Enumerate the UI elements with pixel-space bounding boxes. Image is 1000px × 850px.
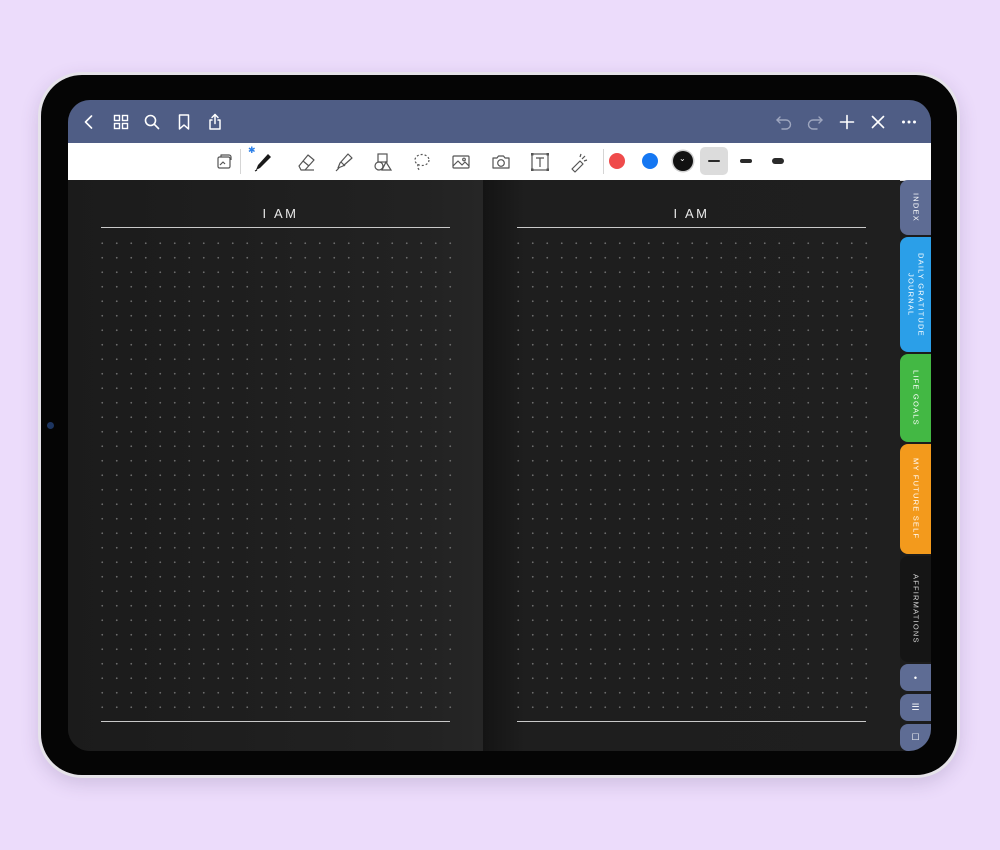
left-page[interactable]: I AM — [68, 180, 483, 751]
color-swatch-black-selected[interactable]: ⌄ — [673, 151, 693, 171]
color-swatch-red[interactable] — [609, 153, 625, 169]
stroke-size-thick[interactable] — [764, 147, 792, 175]
eraser-icon[interactable] — [293, 149, 319, 175]
bookmark-icon[interactable] — [174, 112, 194, 132]
chevron-down-icon: ⌄ — [679, 154, 686, 163]
tab-affirmations[interactable]: AFFIRMATIONS — [900, 556, 931, 662]
back-chevron-icon[interactable] — [79, 112, 99, 132]
toolbar-separator — [240, 149, 241, 174]
highlighter-icon[interactable] — [331, 149, 357, 175]
pen-icon[interactable]: ✱ — [248, 145, 276, 175]
tab-daily-gratitude-journal[interactable]: DAILY GRATITUDE JOURNAL — [900, 237, 931, 352]
shapes-icon[interactable] — [370, 149, 396, 175]
tab-index[interactable]: INDEX — [900, 180, 931, 235]
tab-label: LIFE GOALS — [911, 370, 921, 426]
page-title: I AM — [262, 206, 299, 221]
list-icon[interactable]: ☰ — [900, 694, 931, 721]
top-navigation-bar — [68, 100, 931, 143]
bottom-rule — [101, 721, 450, 722]
toolbar-separator — [603, 149, 604, 174]
tab-life-goals[interactable]: LIFE GOALS — [900, 354, 931, 442]
share-icon[interactable] — [205, 112, 225, 132]
camera-icon[interactable] — [488, 149, 514, 175]
redo-icon[interactable] — [805, 112, 825, 132]
drawing-toolbar: ✱ ⌄ — [68, 143, 931, 181]
search-icon[interactable] — [142, 112, 162, 132]
color-swatch-blue[interactable] — [642, 153, 658, 169]
image-icon[interactable] — [448, 149, 474, 175]
bottom-rule — [517, 721, 866, 722]
right-page[interactable]: I AM — [483, 180, 900, 751]
app-screen: ✱ ⌄ I AM I AM INDEX DAILY GRATITUDE JOUR… — [68, 100, 931, 751]
bluetooth-icon: ✱ — [248, 145, 256, 155]
title-underline — [517, 227, 866, 228]
dot-grid — [95, 236, 455, 716]
tab-label: AFFIRMATIONS — [911, 574, 921, 644]
tab-label: MY FUTURE SELF — [911, 458, 921, 540]
tab-label: INDEX — [911, 193, 921, 222]
undo-icon[interactable] — [774, 112, 794, 132]
thumbnail-grid-icon[interactable] — [111, 112, 131, 132]
front-camera — [47, 422, 54, 429]
laser-pointer-icon[interactable] — [566, 149, 592, 175]
lasso-icon[interactable] — [409, 149, 435, 175]
stroke-size-fine[interactable] — [700, 147, 728, 175]
more-icon[interactable] — [899, 112, 919, 132]
dot-grid — [511, 236, 871, 716]
section-tabs: INDEX DAILY GRATITUDE JOURNAL LIFE GOALS… — [900, 180, 931, 751]
dot-icon[interactable]: • — [900, 664, 931, 691]
tab-my-future-self[interactable]: MY FUTURE SELF — [900, 444, 931, 554]
page-title: I AM — [673, 206, 710, 221]
close-pen-icon[interactable] — [868, 112, 888, 132]
text-icon[interactable] — [527, 149, 553, 175]
stroke-size-medium[interactable] — [732, 147, 760, 175]
add-page-icon[interactable] — [837, 112, 857, 132]
title-underline — [101, 227, 450, 228]
square-icon[interactable]: ☐ — [900, 724, 931, 751]
read-only-toggle-icon[interactable] — [211, 149, 237, 175]
tab-label: DAILY GRATITUDE JOURNAL — [906, 252, 926, 337]
